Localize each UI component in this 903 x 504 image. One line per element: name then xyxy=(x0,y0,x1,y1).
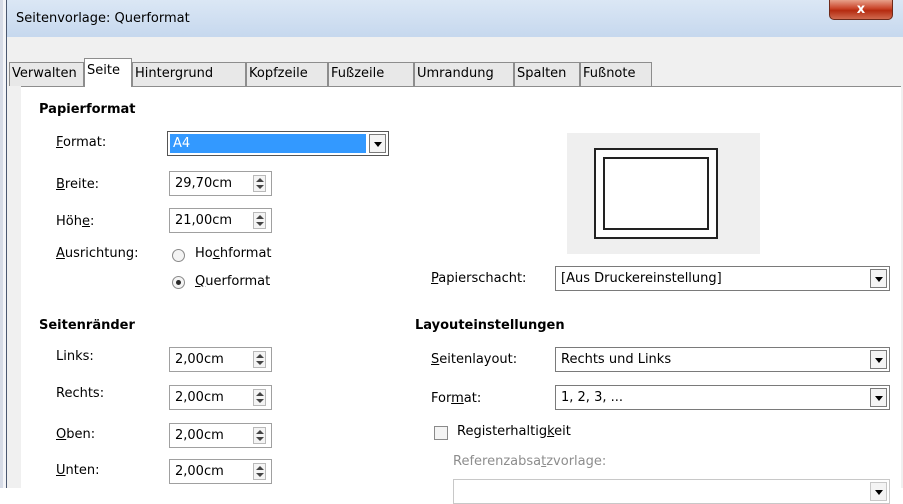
chevron-down-icon[interactable] xyxy=(870,350,887,369)
margin-right-label: Rechts: xyxy=(56,386,105,401)
numbering-format-value: 1, 2, 3, ... xyxy=(561,390,624,405)
chevron-down-icon[interactable] xyxy=(369,134,386,153)
margin-right-value: 2,00cm xyxy=(175,390,224,405)
height-label: Höhe: xyxy=(56,214,95,229)
paper-tray-select[interactable]: [Aus Druckereinstellung] xyxy=(555,266,890,291)
reference-style-select[interactable] xyxy=(453,479,890,504)
chevron-down-icon[interactable] xyxy=(870,482,887,501)
page-layout-label: Seitenlayout: xyxy=(431,352,518,367)
spin-arrows-icon[interactable] xyxy=(253,427,266,444)
spin-arrows-icon[interactable] xyxy=(253,389,266,406)
preview-page xyxy=(594,148,718,239)
page-style-dialog: Seitenvorlage: Querformat x Verwalten Se… xyxy=(6,0,903,504)
landscape-label[interactable]: Querformat xyxy=(195,274,270,289)
title-bar[interactable]: Seitenvorlage: Querformat x xyxy=(7,0,903,37)
numbering-format-label: Format: xyxy=(431,391,482,406)
window-title: Seitenvorlage: Querformat xyxy=(16,11,190,26)
spin-arrows-icon[interactable] xyxy=(253,463,266,480)
margin-left-value: 2,00cm xyxy=(175,352,224,367)
page-preview xyxy=(567,133,760,254)
landscape-radio[interactable] xyxy=(172,276,185,289)
tab-fussnote[interactable]: Fußnote xyxy=(580,62,652,86)
margin-left-label: Links: xyxy=(56,349,94,364)
margins-heading: Seitenränder xyxy=(39,318,135,333)
margin-top-spinbox[interactable]: 2,00cm xyxy=(169,423,272,448)
paper-tray-value: [Aus Druckereinstellung] xyxy=(561,271,722,286)
close-button[interactable]: x xyxy=(829,0,893,20)
tab-spalten[interactable]: Spalten xyxy=(514,62,580,86)
margin-bottom-spinbox[interactable]: 2,00cm xyxy=(169,459,272,484)
tab-seite[interactable]: Seite xyxy=(84,58,132,87)
portrait-label[interactable]: Hochformat xyxy=(195,246,272,261)
page-layout-value: Rechts und Links xyxy=(561,352,672,367)
orientation-label: Ausrichtung: xyxy=(56,246,139,261)
width-label: Breite: xyxy=(56,177,100,192)
register-true-checkbox[interactable] xyxy=(434,426,448,440)
margin-right-spinbox[interactable]: 2,00cm xyxy=(169,385,272,410)
margin-bottom-value: 2,00cm xyxy=(175,464,224,479)
portrait-radio[interactable] xyxy=(172,249,185,262)
width-spinbox[interactable]: 29,70cm xyxy=(169,171,272,196)
preview-margin-box xyxy=(603,157,709,230)
chevron-down-icon[interactable] xyxy=(870,269,887,288)
tab-strip: Verwalten Seite Hintergrund Kopfzeile Fu… xyxy=(9,56,900,87)
width-value: 29,70cm xyxy=(175,176,233,191)
height-spinbox[interactable]: 21,00cm xyxy=(169,208,272,233)
spin-arrows-icon[interactable] xyxy=(253,351,266,368)
tab-hintergrund[interactable]: Hintergrund xyxy=(132,62,246,86)
paper-format-heading: Papierformat xyxy=(39,102,136,117)
numbering-format-select[interactable]: 1, 2, 3, ... xyxy=(555,385,890,410)
paper-tray-label: Papierschacht: xyxy=(431,271,527,286)
format-selection-highlight xyxy=(170,134,366,153)
height-value: 21,00cm xyxy=(175,213,233,228)
tab-umrandung[interactable]: Umrandung xyxy=(414,62,514,86)
close-icon: x xyxy=(856,2,866,17)
layout-settings-heading: Layouteinstellungen xyxy=(415,318,565,333)
page-layout-select[interactable]: Rechts und Links xyxy=(555,347,890,372)
tab-kopfzeile[interactable]: Kopfzeile xyxy=(246,62,328,86)
tab-content-seite: Papierformat Format: A4 Breite: 29,70cm … xyxy=(21,86,901,504)
format-select[interactable]: A4 xyxy=(167,131,389,156)
margin-top-label: Oben: xyxy=(56,427,96,442)
spin-arrows-icon[interactable] xyxy=(253,212,266,229)
reference-style-label: Referenzabsatzvorlage: xyxy=(453,454,607,469)
format-select-value: A4 xyxy=(173,136,191,151)
tab-verwalten[interactable]: Verwalten xyxy=(9,62,84,86)
chevron-down-icon[interactable] xyxy=(870,388,887,407)
margin-top-value: 2,00cm xyxy=(175,428,224,443)
spin-arrows-icon[interactable] xyxy=(253,175,266,192)
margin-bottom-label: Unten: xyxy=(56,463,100,478)
format-label: Format: xyxy=(56,135,107,150)
margin-left-spinbox[interactable]: 2,00cm xyxy=(169,347,272,372)
tab-fusszeile[interactable]: Fußzeile xyxy=(328,62,414,86)
register-true-label[interactable]: Registerhaltigkeit xyxy=(457,424,571,439)
